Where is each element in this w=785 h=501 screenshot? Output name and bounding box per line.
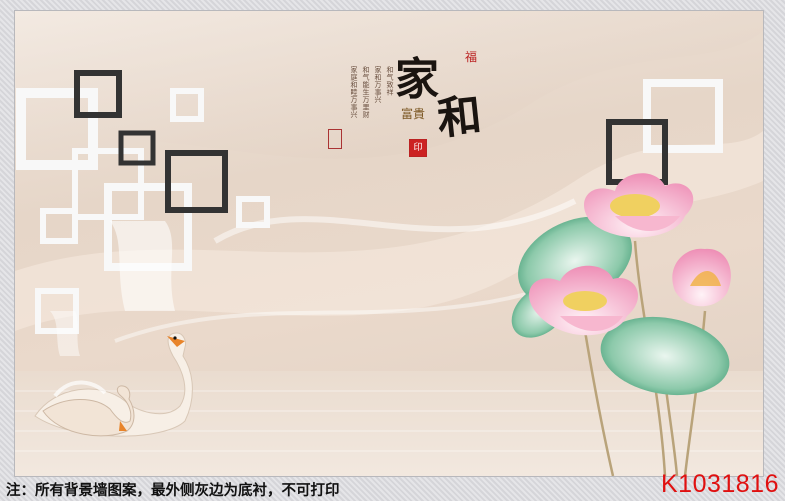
poem-seal-icon <box>328 129 342 149</box>
seal-fugui: 富貴 <box>401 107 426 121</box>
poem-line: 和气致祥 <box>386 66 394 96</box>
seal-fu: 福 <box>465 50 478 64</box>
lotus-bud-right <box>672 248 731 307</box>
product-code: K1031816 <box>660 470 779 498</box>
poem-line: 家庭和睦万事兴 <box>350 66 358 119</box>
poem-text: 和气致祥 家和万事兴 和气能生万里财 家庭和睦万事兴 <box>335 66 395 161</box>
poem-line: 和气能生万里财 <box>362 66 370 119</box>
calligraphy-title: 家 和 福 富貴 印 <box>395 43 535 157</box>
mural-artwork: 和气致祥 家和万事兴 和气能生万里财 家庭和睦万事兴 家 和 福 富貴 印 <box>14 10 764 477</box>
red-seal-icon: 印 <box>409 139 427 157</box>
calligraphy-char-he: 和 <box>434 89 485 146</box>
calligraphy-char-jia: 家 <box>395 54 439 105</box>
footer-note: 注：所有背景墙图案，最外侧灰边为底衬，不可打印 <box>6 482 340 499</box>
poem-line: 家和万事兴 <box>374 66 382 104</box>
